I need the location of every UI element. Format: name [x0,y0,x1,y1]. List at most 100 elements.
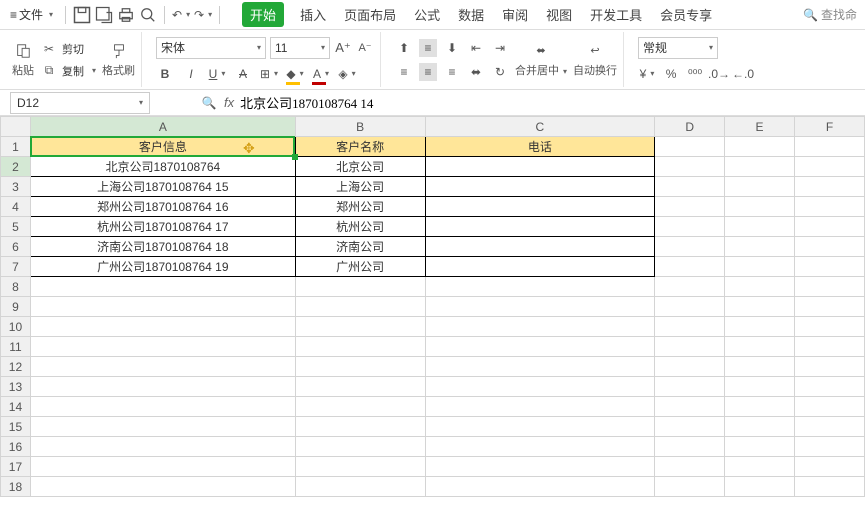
cell[interactable]: 郑州公司1870108764 16 [30,197,295,217]
align-center-icon[interactable]: ≡ [419,63,437,81]
cell[interactable] [655,437,725,457]
cell[interactable] [795,317,865,337]
comma-icon[interactable]: ⁰⁰⁰ [686,65,704,83]
increase-decimal-icon[interactable]: .0→ [710,65,728,83]
cell[interactable]: 济南公司 [295,237,425,257]
cell[interactable]: 杭州公司1870108764 17 [30,217,295,237]
italic-icon[interactable]: I [182,65,200,83]
cell[interactable] [655,157,725,177]
align-left-icon[interactable]: ≡ [395,63,413,81]
tab-formulas[interactable]: 公式 [412,1,442,28]
auto-wrap-button[interactable]: ↩ 自动换行 [573,42,617,78]
cell[interactable] [795,457,865,477]
cell[interactable] [295,277,425,297]
cell[interactable] [655,277,725,297]
cell[interactable] [425,337,655,357]
tab-review[interactable]: 审阅 [500,1,530,28]
select-all-corner[interactable] [1,117,31,137]
cell[interactable] [655,137,725,157]
redo-icon[interactable]: ↷▾ [193,5,213,25]
zoom-icon[interactable]: 🔍 [200,94,218,112]
currency-icon[interactable]: ¥▾ [638,65,656,83]
cell[interactable] [30,397,295,417]
underline-icon[interactable]: U▾ [208,65,226,83]
font-color-icon[interactable]: A▾ [312,65,330,83]
format-painter-button[interactable]: 格式刷 [102,42,135,78]
cell[interactable] [30,457,295,477]
cell[interactable] [295,297,425,317]
clear-format-icon[interactable]: ◈▾ [338,65,356,83]
cell[interactable] [655,197,725,217]
cell[interactable] [295,397,425,417]
cell[interactable] [795,337,865,357]
row-header[interactable]: 14 [1,397,31,417]
formula-input[interactable] [240,95,740,111]
cell[interactable] [795,177,865,197]
cell[interactable] [655,377,725,397]
cell[interactable]: 北京公司 [295,157,425,177]
strikethrough-icon[interactable]: A [234,65,252,83]
column-header-A[interactable]: A [30,117,295,137]
cell[interactable] [425,317,655,337]
cell[interactable] [425,157,655,177]
column-header-D[interactable]: D [655,117,725,137]
cell[interactable]: 杭州公司 [295,217,425,237]
tab-page-layout[interactable]: 页面布局 [342,1,398,28]
cell[interactable] [795,437,865,457]
cell[interactable]: 电话 [425,137,655,157]
cell[interactable] [795,377,865,397]
cell[interactable] [655,337,725,357]
cell[interactable] [425,237,655,257]
cell[interactable] [655,397,725,417]
cell[interactable]: 郑州公司 [295,197,425,217]
row-header[interactable]: 1 [1,137,31,157]
cell[interactable] [655,297,725,317]
cell[interactable] [725,437,795,457]
cell[interactable] [30,437,295,457]
cell[interactable] [795,477,865,497]
tab-data[interactable]: 数据 [456,1,486,28]
cell[interactable] [725,197,795,217]
orientation-icon[interactable]: ↻ [491,63,509,81]
cell[interactable] [425,197,655,217]
align-bottom-icon[interactable]: ⬇ [443,39,461,57]
cell[interactable] [425,277,655,297]
font-name-select[interactable]: 宋体▾ [156,37,266,59]
print-icon[interactable] [116,5,136,25]
cell[interactable] [725,477,795,497]
cell[interactable] [30,357,295,377]
row-header[interactable]: 8 [1,277,31,297]
row-header[interactable]: 15 [1,417,31,437]
cell[interactable] [795,397,865,417]
cell[interactable] [795,157,865,177]
row-header[interactable]: 18 [1,477,31,497]
cell[interactable] [795,237,865,257]
cell[interactable] [425,297,655,317]
row-header[interactable]: 4 [1,197,31,217]
cell[interactable] [725,277,795,297]
merge-across-icon[interactable]: ⬌ [467,63,485,81]
file-menu[interactable]: ≡ 文件 ▾ [4,4,59,25]
cell[interactable] [295,337,425,357]
font-size-select[interactable]: 11▾ [270,37,330,59]
column-header-F[interactable]: F [795,117,865,137]
cell[interactable] [30,417,295,437]
cell[interactable] [655,317,725,337]
tab-member[interactable]: 会员专享 [658,1,714,28]
decrease-decimal-icon[interactable]: ←.0 [734,65,752,83]
cell[interactable] [30,377,295,397]
tab-insert[interactable]: 插入 [298,1,328,28]
copy-button[interactable]: ⧉复制▾ [40,62,96,80]
cell[interactable] [725,297,795,317]
row-header[interactable]: 16 [1,437,31,457]
cell[interactable] [725,357,795,377]
cell[interactable] [30,317,295,337]
row-header[interactable]: 5 [1,217,31,237]
cell[interactable] [655,357,725,377]
cell[interactable]: 广州公司1870108764 19 [30,257,295,277]
row-header[interactable]: 6 [1,237,31,257]
cell[interactable] [725,257,795,277]
column-header-B[interactable]: B [295,117,425,137]
name-box[interactable]: D12 ▾ [10,92,150,114]
decrease-font-icon[interactable]: A⁻ [356,39,374,57]
